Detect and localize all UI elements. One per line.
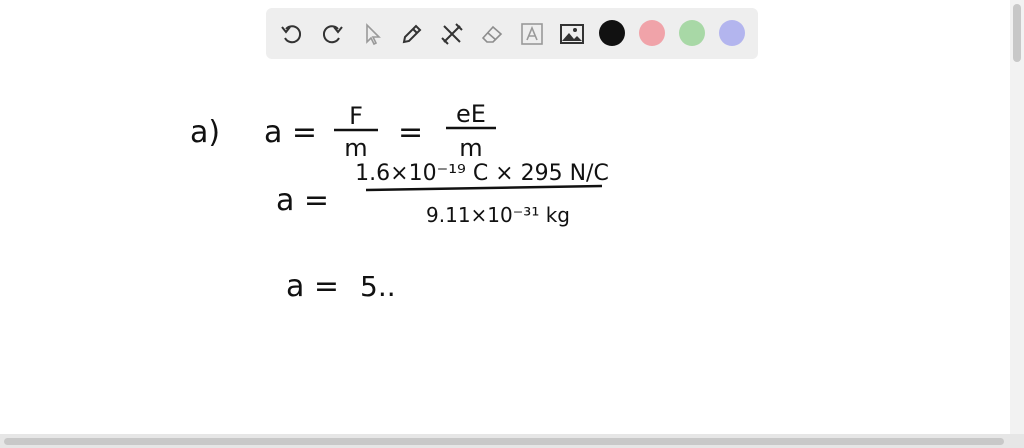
line1-numerator-1: F bbox=[349, 102, 363, 130]
image-icon bbox=[560, 24, 584, 44]
vertical-scroll-thumb[interactable] bbox=[1013, 4, 1021, 62]
color-pink-swatch[interactable] bbox=[639, 20, 665, 46]
undo-icon bbox=[281, 25, 302, 44]
line1-denominator-2: m bbox=[459, 134, 482, 162]
line1-equals: = bbox=[398, 115, 423, 150]
tools-button[interactable] bbox=[436, 18, 468, 50]
eraser-icon bbox=[481, 25, 503, 43]
select-arrow-icon bbox=[366, 23, 381, 46]
text-box-icon bbox=[521, 23, 543, 45]
image-button[interactable] bbox=[556, 18, 588, 50]
color-black-swatch[interactable] bbox=[599, 20, 625, 46]
horizontal-scroll-thumb[interactable] bbox=[4, 438, 1004, 445]
text-box-button[interactable] bbox=[516, 18, 548, 50]
tools-icon bbox=[441, 23, 463, 45]
vertical-scrollbar[interactable] bbox=[1010, 0, 1024, 434]
select-button[interactable] bbox=[356, 18, 388, 50]
line3-value: 5.. bbox=[360, 270, 396, 303]
pen-button[interactable] bbox=[396, 18, 428, 50]
line2-lhs: a = bbox=[276, 183, 329, 218]
eraser-button[interactable] bbox=[476, 18, 508, 50]
fraction-bar-3 bbox=[365, 184, 603, 192]
line1-numerator-2: eE bbox=[456, 100, 486, 128]
line1-denominator-1: m bbox=[344, 134, 367, 162]
part-label: a) bbox=[190, 115, 220, 150]
whiteboard-canvas[interactable]: a) a = F m = eE m a = 1.6×10⁻¹⁹ C × 295 … bbox=[0, 62, 1010, 434]
line1-lhs: a = bbox=[264, 115, 317, 150]
drawing-toolbar bbox=[266, 8, 758, 59]
redo-icon bbox=[322, 25, 343, 44]
undo-button[interactable] bbox=[276, 18, 308, 50]
pen-icon bbox=[402, 24, 422, 44]
handwritten-work: a) a = F m = eE m a = 1.6×10⁻¹⁹ C × 295 … bbox=[190, 100, 609, 304]
line2-denominator: 9.11×10⁻³¹ kg bbox=[426, 203, 570, 227]
color-green-swatch[interactable] bbox=[679, 20, 705, 46]
redo-button[interactable] bbox=[316, 18, 348, 50]
horizontal-scrollbar[interactable] bbox=[0, 434, 1024, 448]
line3-lhs: a = bbox=[286, 269, 339, 304]
line2-numerator: 1.6×10⁻¹⁹ C × 295 N/C bbox=[355, 161, 609, 186]
color-purple-swatch[interactable] bbox=[719, 20, 745, 46]
